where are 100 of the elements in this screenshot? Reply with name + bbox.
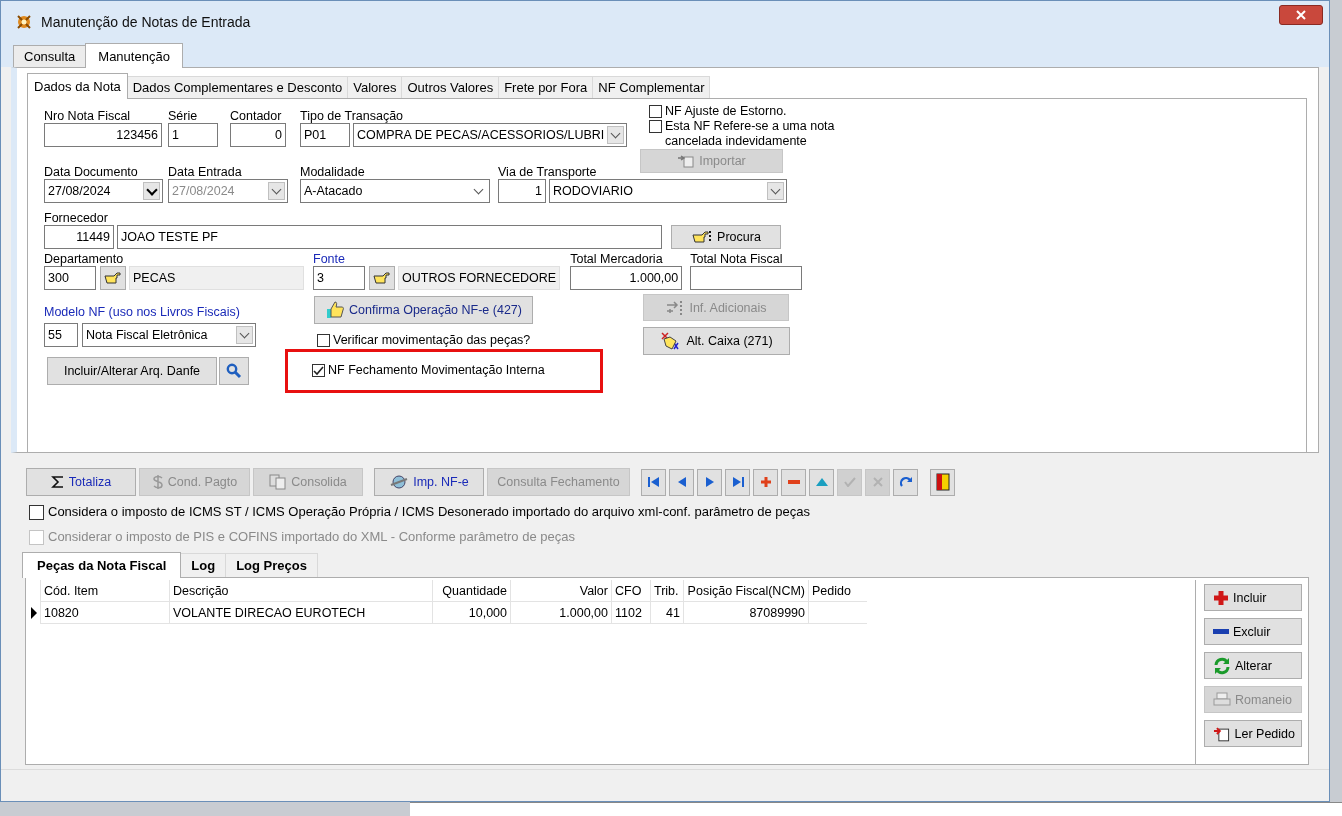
form-tab[interactable]: Dados Complementares e Desconto — [126, 76, 349, 98]
input-field[interactable]: 300 — [44, 266, 96, 290]
readonly-field: PECAS — [129, 266, 304, 290]
input-field[interactable]: 3 — [313, 266, 365, 290]
date-field[interactable]: 27/08/2024 — [44, 179, 163, 203]
input-field[interactable]: 55 — [44, 323, 78, 347]
field-label: Fornecedor — [44, 211, 109, 225]
input-field[interactable]: JOAO TESTE PF — [117, 225, 662, 249]
input-field[interactable]: 11449 — [44, 225, 114, 249]
documents-icon — [269, 474, 288, 490]
items-tab[interactable]: Peças da Nota Fiscal — [22, 552, 182, 578]
field-label: Nro Nota Fiscal — [44, 109, 132, 123]
checkbox[interactable] — [317, 334, 330, 347]
side-button[interactable]: Ler Pedido — [1204, 720, 1302, 747]
app-icon — [15, 13, 33, 31]
form-tab[interactable]: Outros Valores — [401, 76, 500, 98]
navigator-button[interactable] — [697, 468, 722, 496]
input-field[interactable]: 1 — [168, 123, 218, 147]
previous-icon — [676, 476, 687, 488]
input-field[interactable]: 0 — [230, 123, 286, 147]
first-record-icon — [646, 476, 661, 488]
sigma-icon — [50, 475, 65, 489]
lookup-button[interactable] — [369, 266, 395, 290]
document-icon — [677, 154, 696, 168]
column-header[interactable]: Descrição — [169, 580, 432, 602]
form-tab[interactable]: Valores — [347, 76, 403, 98]
checkbox-label: Esta NF Refere-se a uma nota cancelada indevidamente — [665, 119, 836, 149]
dropdown[interactable]: Nota Fiscal Eletrônica — [82, 323, 256, 347]
checkbox-label: Considerar o imposto de PIS e COFINS importado do XML - Conforme parâmetro de peças — [48, 529, 575, 544]
toolbar-button[interactable]: Totaliza — [26, 468, 136, 496]
navigator-button[interactable] — [753, 468, 778, 496]
navigator-button[interactable] — [641, 468, 666, 496]
field-label: Contador — [230, 109, 283, 123]
document-icon — [1213, 725, 1231, 742]
column-header[interactable]: Pedido — [808, 580, 867, 602]
main-tab[interactable]: Manutenção — [85, 43, 183, 68]
minus-icon — [1213, 629, 1229, 634]
checkbox[interactable] — [29, 505, 44, 520]
navigator-button[interactable] — [781, 468, 806, 496]
lookup-button[interactable] — [100, 266, 126, 290]
next-icon — [704, 476, 715, 488]
navigator-button[interactable] — [930, 468, 955, 496]
field-label: Tipo de Transação — [300, 109, 405, 123]
minus-icon — [787, 480, 800, 484]
door-icon — [935, 473, 950, 491]
field-label: Total Mercadoria — [570, 252, 664, 266]
main-tab[interactable]: Consulta — [13, 45, 87, 67]
side-button[interactable]: Excluir — [1204, 618, 1302, 645]
column-header[interactable]: Quantidade — [432, 580, 510, 602]
table-cell: 41 — [650, 602, 683, 624]
search-button[interactable]: Procura — [671, 225, 781, 249]
field-label: Fonte — [313, 252, 346, 266]
side-button[interactable]: Incluir — [1204, 584, 1302, 611]
column-header[interactable]: Cód. Item — [40, 580, 169, 602]
plus-icon — [759, 476, 772, 488]
confirm-button[interactable]: Confirma Operação NF-e (427) — [314, 296, 533, 324]
search-icon — [226, 363, 242, 379]
plus-icon — [1213, 589, 1229, 606]
dropdown[interactable]: RODOVIARIO — [549, 179, 787, 203]
input-field[interactable]: 1 — [498, 179, 546, 203]
input-field[interactable]: P01 — [300, 123, 350, 147]
form-tab[interactable]: Dados da Nota — [27, 73, 128, 99]
checkbox-label: NF Ajuste de Estorno. — [665, 104, 787, 119]
field-label: Via de Transporte — [498, 165, 598, 179]
column-header[interactable]: Trib. — [650, 580, 683, 602]
field-label: Data Entrada — [168, 165, 243, 179]
table-cell: 1.000,00 — [510, 602, 611, 624]
refresh-icon — [1213, 656, 1231, 675]
cross-icon — [872, 477, 883, 487]
checkbox-label: Considera o imposto de ICMS ST / ICMS Operação Própria / ICMS Desonerado importado do arquivo xml-conf. parâmetro de peças — [48, 504, 811, 519]
navigator-button[interactable] — [669, 468, 694, 496]
cash-change-button[interactable]: Alt. Caixa (271) — [643, 327, 790, 355]
navigator-button[interactable] — [725, 468, 750, 496]
column-header[interactable]: Posição Fiscal(NCM) — [683, 580, 808, 602]
column-header[interactable]: Valor — [510, 580, 611, 602]
side-button[interactable]: Alterar — [1204, 652, 1302, 679]
column-header[interactable]: CFO — [611, 580, 650, 602]
redo-icon — [898, 475, 913, 489]
search-button[interactable] — [219, 357, 249, 385]
checkbox[interactable] — [649, 120, 662, 133]
form-tab[interactable]: Frete por Fora — [498, 76, 594, 98]
checkbox[interactable] — [312, 364, 325, 377]
navigator-button[interactable] — [893, 468, 918, 496]
field-label: Total Nota Fiscal — [690, 252, 784, 266]
navigator-button[interactable] — [809, 468, 834, 496]
checkbox-label: NF Fechamento Movimentação Interna — [328, 363, 545, 378]
danfe-button[interactable]: Incluir/Alterar Arq. Danfe — [47, 357, 217, 385]
dropdown[interactable]: COMPRA DE PECAS/ACESSORIOS/LUBRI — [353, 123, 627, 147]
close-button[interactable] — [1279, 5, 1323, 25]
input-field[interactable]: 1.000,00 — [570, 266, 683, 290]
form-tab[interactable]: NF Complementar — [592, 76, 711, 98]
table-cell: 10820 — [40, 602, 169, 624]
input-field[interactable]: 123456 — [44, 123, 162, 147]
table-cell: 1102 — [611, 602, 650, 624]
input-field[interactable] — [690, 266, 803, 290]
table-cell: 10,000 — [432, 602, 510, 624]
checkbox[interactable] — [649, 105, 662, 118]
items-tab[interactable]: Log Preços — [225, 553, 318, 577]
toolbar-button[interactable]: Imp. NF-e — [374, 468, 484, 496]
dropdown[interactable]: A-Atacado — [300, 179, 490, 203]
